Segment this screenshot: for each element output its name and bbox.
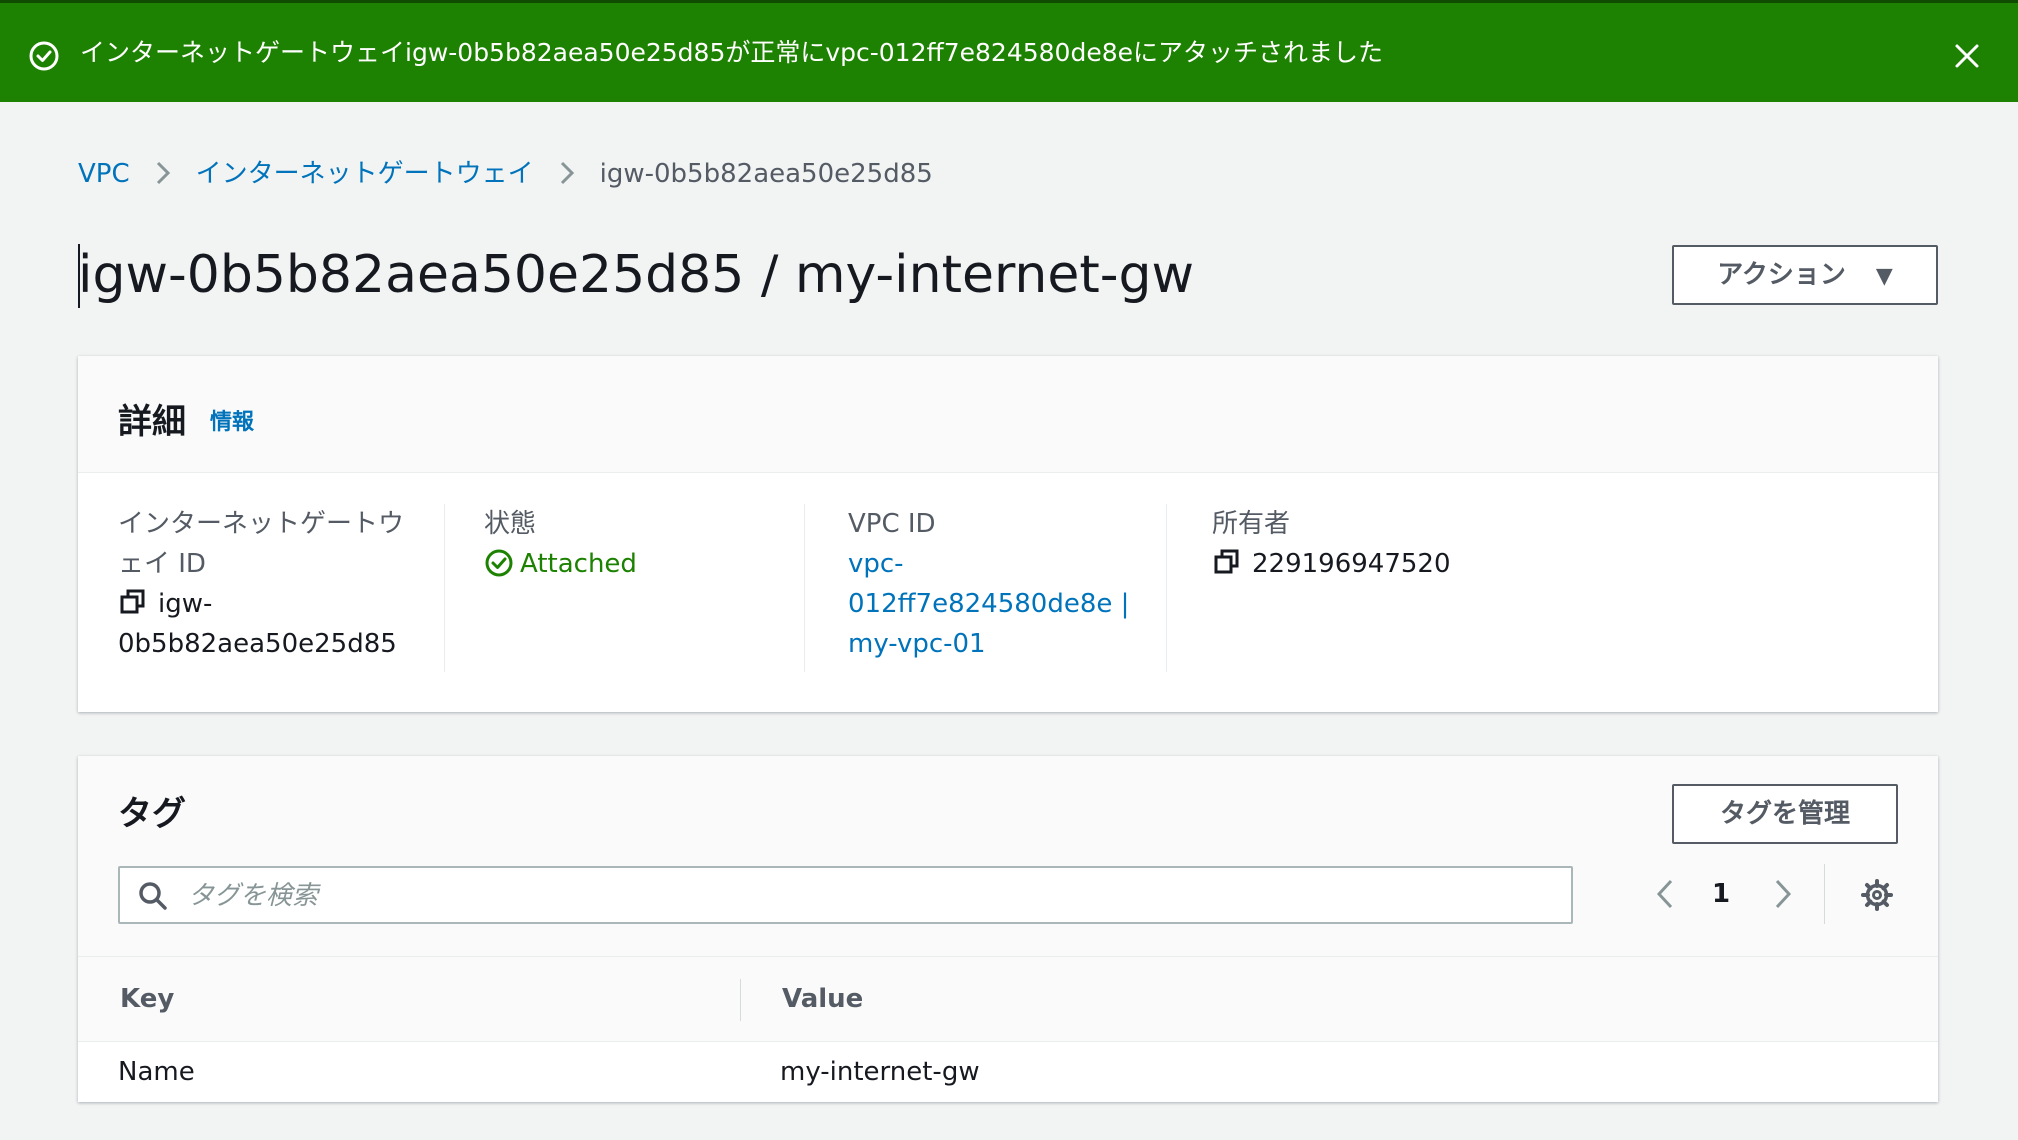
igw-id-field: インターネットゲートウェイ ID igw-0b5b82aea50e25d85: [118, 504, 445, 672]
column-divider[interactable]: [740, 979, 741, 1021]
owner-value: 229196947520: [1252, 549, 1451, 579]
actions-label: アクション: [1717, 260, 1846, 290]
actions-dropdown-button[interactable]: アクション ▼: [1672, 245, 1938, 305]
tags-table-header: Key Value: [78, 956, 1938, 1042]
state-value: Attached: [520, 549, 637, 579]
breadcrumb-igw-link[interactable]: インターネットゲートウェイ: [196, 159, 534, 189]
page-title: igw-0b5b82aea50e25d85 / my-internet-gw: [78, 240, 1194, 310]
column-header-key[interactable]: Key: [120, 979, 174, 1019]
owner-field: 所有者 229196947520: [1212, 504, 1532, 672]
tag-key-cell: Name: [118, 1057, 195, 1087]
close-icon[interactable]: [1950, 39, 1984, 73]
pager-divider: [1824, 864, 1825, 924]
tag-search-input[interactable]: [186, 874, 1550, 918]
owner-label: 所有者: [1212, 509, 1291, 539]
state-label: 状態: [484, 509, 537, 539]
tags-panel: タグ 1 Key Value: [78, 756, 1938, 1102]
chevron-right-icon[interactable]: [1770, 874, 1796, 914]
chevron-right-icon: [156, 161, 170, 185]
details-title: 詳細: [118, 402, 186, 442]
breadcrumb-vpc-link[interactable]: VPC: [78, 159, 130, 189]
search-icon: [139, 882, 167, 910]
breadcrumb: VPC インターネットゲートウェイ igw-0b5b82aea50e25d85: [78, 154, 933, 194]
success-banner: インターネットゲートウェイigw-0b5b82aea50e25d85が正常にvp…: [0, 0, 2018, 102]
copy-icon[interactable]: [1212, 547, 1242, 577]
status-ok-icon: [485, 549, 513, 577]
gear-icon[interactable]: [1860, 878, 1894, 912]
details-header: 詳細 情報: [78, 356, 1938, 473]
vpc-id-field: VPC ID vpc-012ff7e824580de8e | my-vpc-01: [848, 504, 1167, 672]
igw-id-value: igw-0b5b82aea50e25d85: [118, 589, 397, 659]
tags-header: タグ 1: [78, 756, 1938, 956]
owner-value-row: 229196947520: [1212, 544, 1532, 584]
chevron-right-icon: [560, 161, 574, 185]
status-badge: Attached: [484, 544, 804, 584]
table-row: Name my-internet-gw: [78, 1042, 1938, 1102]
caret-down-icon: ▼: [1875, 264, 1893, 289]
vpc-name-link[interactable]: my-vpc-01: [848, 624, 1166, 664]
state-field: 状態 Attached: [484, 504, 805, 672]
igw-id-label: インターネットゲートウェイ ID: [118, 509, 405, 579]
success-check-icon: [29, 41, 59, 71]
tag-value-cell: my-internet-gw: [780, 1057, 980, 1087]
info-link[interactable]: 情報: [210, 404, 254, 436]
tags-title: タグ: [118, 794, 186, 834]
vpc-id-link[interactable]: vpc-012ff7e824580de8e |: [848, 544, 1166, 624]
column-header-value[interactable]: Value: [782, 979, 863, 1019]
igw-id-value-row: igw-0b5b82aea50e25d85: [118, 584, 444, 664]
page-number[interactable]: 1: [1712, 874, 1730, 914]
manage-tags-button[interactable]: タグを管理: [1672, 784, 1898, 844]
chevron-left-icon[interactable]: [1652, 874, 1678, 914]
banner-message: インターネットゲートウェイigw-0b5b82aea50e25d85が正常にvp…: [80, 38, 1383, 67]
vpc-id-label: VPC ID: [848, 509, 936, 539]
copy-icon[interactable]: [118, 587, 148, 617]
tag-search-box: [118, 866, 1573, 924]
details-panel: 詳細 情報 インターネットゲートウェイ ID igw-0b5b82aea50e2…: [78, 356, 1938, 712]
breadcrumb-current: igw-0b5b82aea50e25d85: [599, 159, 933, 189]
